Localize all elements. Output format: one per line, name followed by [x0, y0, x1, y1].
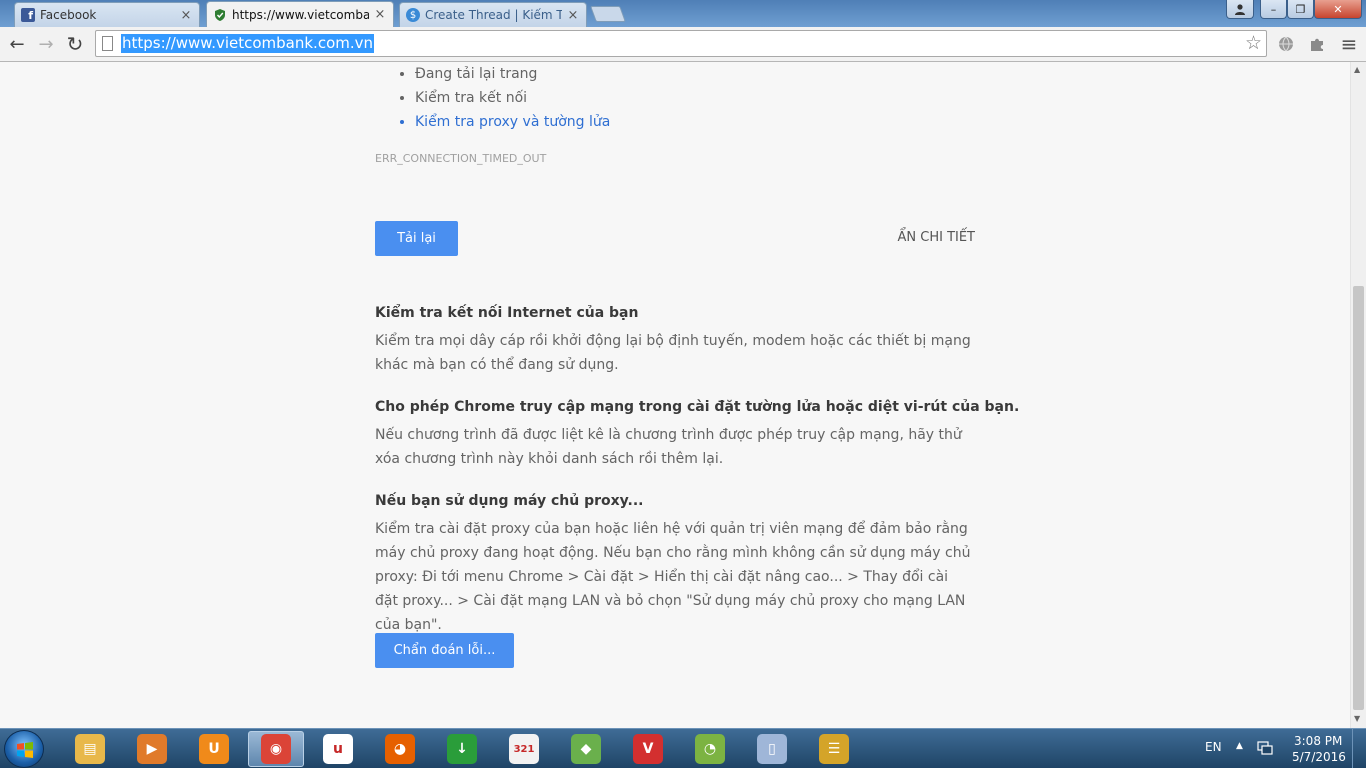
tab-label: Create Thread | Kiếm Tiền: [425, 8, 562, 22]
calendar-321-icon: 321: [509, 734, 539, 764]
reload-page-button[interactable]: Tải lại: [375, 221, 458, 256]
clock-date[interactable]: 5/7/2016: [1292, 750, 1346, 764]
unikey-icon: u: [323, 734, 353, 764]
diagnose-button[interactable]: Chẩn đoán lỗi...: [375, 633, 514, 668]
reload-button[interactable]: ↻: [62, 31, 88, 57]
scroll-down-arrow-icon[interactable]: ▼: [1354, 714, 1360, 723]
taskbar-app-idm[interactable]: ↓: [434, 731, 490, 767]
uc-browser-icon: U: [199, 734, 229, 764]
vivaldi-icon: V: [633, 734, 663, 764]
taskbar-app-database[interactable]: ☰: [806, 731, 862, 767]
shield-icon: [213, 8, 227, 22]
user-icon: [1235, 4, 1245, 15]
bluestacks-icon: ◆: [571, 734, 601, 764]
tab-close-icon[interactable]: ×: [179, 8, 193, 23]
taskbar-app-unikey[interactable]: u: [310, 731, 366, 767]
chrome-icon: ◉: [261, 734, 291, 764]
scroll-up-arrow-icon[interactable]: ▲: [1354, 65, 1360, 74]
show-desktop-button[interactable]: [1352, 729, 1366, 768]
database-icon: ☰: [819, 734, 849, 764]
profile-button[interactable]: [1226, 0, 1254, 19]
taskbar-app-file-explorer[interactable]: ▤: [62, 731, 118, 767]
show-hidden-icons-icon[interactable]: ▲: [1236, 741, 1243, 751]
error-code: ERR_CONNECTION_TIMED_OUT: [375, 152, 547, 165]
facebook-icon: f: [21, 8, 35, 22]
suggestion-item: Kiểm tra kết nối: [415, 86, 610, 110]
network-icon[interactable]: [1257, 739, 1273, 758]
suggestion-item: Đang tải lại trang: [415, 62, 610, 86]
device-app-icon: ▯: [757, 734, 787, 764]
taskbar-app-firefox[interactable]: ◕: [372, 731, 428, 767]
coccoc-icon: ◔: [695, 734, 725, 764]
section-title-proxy: Nếu bạn sử dụng máy chủ proxy...: [375, 493, 644, 509]
section-title-internet: Kiểm tra kết nối Internet của bạn: [375, 305, 639, 321]
page-scrollbar[interactable]: ▲ ▼: [1350, 62, 1366, 728]
url-text[interactable]: https://www.vietcombank.com.vn: [121, 34, 375, 53]
forward-button[interactable]: →: [33, 31, 59, 57]
chrome-menu-icon[interactable]: ≡: [1338, 32, 1360, 56]
suggestion-list: Đang tải lại trang Kiểm tra kết nối Kiểm…: [415, 62, 610, 134]
new-tab-button[interactable]: [590, 6, 626, 22]
idm-icon: ↓: [447, 734, 477, 764]
tab-close-icon[interactable]: ×: [373, 7, 387, 22]
section-body-firewall: Nếu chương trình đã được liệt kê là chươ…: [375, 427, 962, 467]
taskbar-app-coccoc[interactable]: ◔: [682, 731, 738, 767]
title-bar: f Facebook × https://www.vietcombank. × …: [0, 0, 1366, 27]
clock-time[interactable]: 3:08 PM: [1294, 734, 1342, 748]
maximize-button[interactable]: ❐: [1287, 0, 1314, 19]
taskbar-app-uc-browser[interactable]: U: [186, 731, 242, 767]
section-title-firewall: Cho phép Chrome truy cập mạng trong cài …: [375, 399, 1020, 415]
minimize-button[interactable]: –: [1260, 0, 1287, 19]
taskbar-app-media-player[interactable]: ▶: [124, 731, 180, 767]
media-player-icon: ▶: [137, 734, 167, 764]
taskbar-app-bluestacks[interactable]: ◆: [558, 731, 614, 767]
taskbar-app-calendar-321[interactable]: 321: [496, 731, 552, 767]
back-button[interactable]: ←: [4, 31, 30, 57]
tab-label: Facebook: [40, 8, 97, 22]
file-explorer-icon: ▤: [75, 734, 105, 764]
address-bar[interactable]: https://www.vietcombank.com.vn ☆: [95, 30, 1267, 57]
windows-taskbar: ▤ ▶ U ◉ u ◕ ↓ 321 ◆ V ◔ ▯ ☰ EN ▲ 3:08 PM 5/7/2016: [0, 728, 1366, 768]
language-indicator[interactable]: EN: [1205, 740, 1222, 754]
taskbar-app-chrome[interactable]: ◉: [248, 731, 304, 767]
taskbar-app-vivaldi[interactable]: V: [620, 731, 676, 767]
extension-puzzle-icon[interactable]: [1306, 33, 1328, 55]
browser-toolbar: ← → ↻ https://www.vietcombank.com.vn ☆ ≡: [0, 27, 1366, 62]
bookmark-star-icon[interactable]: ☆: [1245, 32, 1262, 54]
section-body-internet: Kiểm tra mọi dây cáp rồi khởi động lại b…: [375, 333, 971, 373]
proxy-firewall-link[interactable]: Kiểm tra proxy và tường lửa: [415, 110, 610, 134]
start-button[interactable]: [4, 730, 44, 768]
page-icon: [102, 36, 113, 51]
tab-vietcombank[interactable]: https://www.vietcombank. ×: [206, 1, 394, 27]
tab-close-icon[interactable]: ×: [566, 8, 580, 23]
hide-details-button[interactable]: ẨN CHI TIẾT: [898, 230, 976, 245]
tab-label: https://www.vietcombank.: [232, 7, 369, 22]
tab-facebook[interactable]: f Facebook ×: [14, 2, 200, 27]
firefox-icon: ◕: [385, 734, 415, 764]
close-window-button[interactable]: ✕: [1314, 0, 1362, 19]
windows-logo-icon: [17, 742, 33, 758]
extension-globe-icon[interactable]: [1275, 33, 1297, 55]
scrollbar-thumb[interactable]: [1353, 286, 1364, 710]
section-body-proxy: Kiểm tra cài đặt proxy của bạn hoặc liên…: [375, 521, 971, 633]
site-icon: $: [406, 8, 420, 22]
error-page: Đang tải lại trang Kiểm tra kết nối Kiểm…: [0, 62, 1350, 728]
tab-create-thread[interactable]: $ Create Thread | Kiếm Tiền ×: [399, 2, 587, 27]
taskbar-app-device-app[interactable]: ▯: [744, 731, 800, 767]
